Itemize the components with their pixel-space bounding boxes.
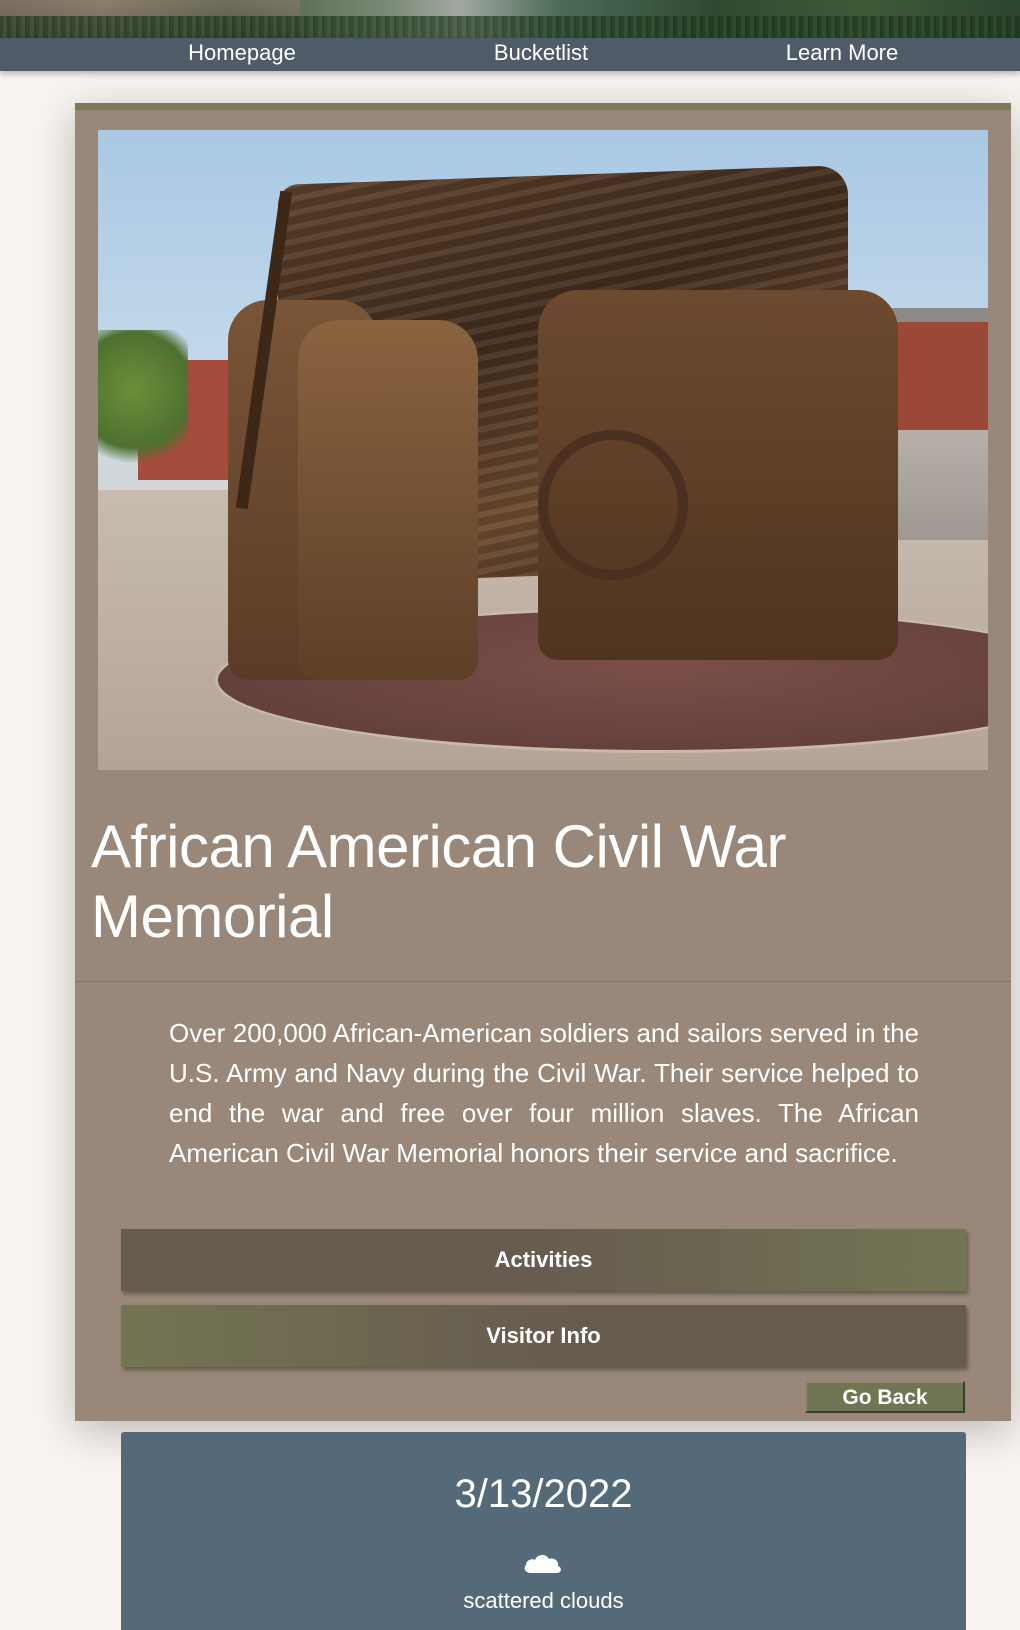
weather-card: 3/13/2022 scattered clouds <box>121 1432 966 1630</box>
page: Homepage Bucketlist Learn More African A… <box>0 0 1020 1630</box>
photo-ship-wheel <box>538 430 688 580</box>
memorial-title: African American Civil War Memorial <box>91 813 786 950</box>
photo-tree <box>98 330 188 480</box>
visitor-info-button[interactable]: Visitor Info <box>121 1305 966 1367</box>
memorial-photo <box>98 130 988 770</box>
top-nav: Homepage Bucketlist Learn More <box>0 38 1020 71</box>
go-back-button[interactable]: Go Back <box>805 1381 965 1413</box>
banner-tree-line <box>0 16 1020 38</box>
nav-link-bucketlist[interactable]: Bucketlist <box>411 38 671 71</box>
nav-link-learn-more[interactable]: Learn More <box>712 38 972 71</box>
activities-button[interactable]: Activities <box>121 1229 966 1291</box>
cloud-icon <box>524 1554 561 1573</box>
nav-link-homepage[interactable]: Homepage <box>112 38 372 71</box>
weather-description: scattered clouds <box>463 1588 624 1613</box>
title-divider <box>75 981 1011 982</box>
weather-date: 3/13/2022 <box>454 1472 633 1516</box>
memorial-description: Over 200,000 African-American soldiers a… <box>169 1018 919 1168</box>
memorial-card: African American Civil War Memorial Over… <box>75 103 1011 1421</box>
photo-soldier-figure <box>298 320 478 680</box>
header-banner-image <box>0 0 1020 38</box>
